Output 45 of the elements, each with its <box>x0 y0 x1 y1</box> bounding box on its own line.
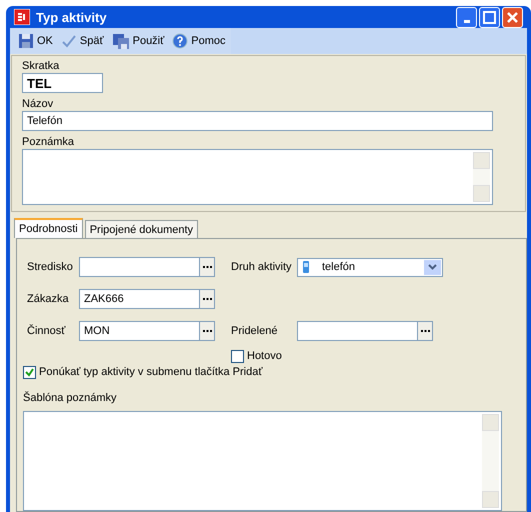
browse-button[interactable] <box>200 257 215 277</box>
floppy-disks-icon <box>112 33 130 49</box>
browse-button[interactable] <box>200 321 215 341</box>
field-label: Zákazka <box>27 292 69 306</box>
field-label: Skratka <box>22 59 60 73</box>
checkbox-label: Ponúkať typ aktivity v submenu tlačítka Pridať <box>39 365 262 379</box>
maximize-icon <box>483 10 496 24</box>
toolbar-button[interactable]: Pomoc <box>170 33 228 49</box>
minimize-button[interactable] <box>456 6 477 28</box>
toolbar-button[interactable]: Späť <box>58 33 106 49</box>
field-label: Názov <box>22 97 54 111</box>
close-button[interactable] <box>502 6 523 28</box>
field-label: Šablóna poznámky <box>23 391 117 405</box>
input-field[interactable]: MON <box>79 321 200 341</box>
field-label: Činnosť <box>27 324 66 338</box>
dropdown[interactable]: telefón <box>297 258 443 276</box>
field-label: Pridelené <box>231 324 278 338</box>
toolbar-button[interactable]: Použiť <box>110 33 166 49</box>
app-icon <box>14 9 30 25</box>
browse-button[interactable] <box>418 321 433 341</box>
checkmark-icon <box>60 33 77 49</box>
text-area[interactable] <box>23 411 502 511</box>
field-label: Poznámka <box>22 135 74 149</box>
toolbar-button[interactable]: OK <box>16 33 55 49</box>
tab[interactable]: Pripojené dokumenty <box>84 220 198 238</box>
window-title: Typ aktivity <box>36 10 108 24</box>
maximize-button[interactable] <box>479 6 500 28</box>
phone-icon <box>302 260 310 274</box>
minimize-icon <box>464 20 470 22</box>
input-field[interactable] <box>79 257 200 277</box>
tab[interactable]: Podrobnosti <box>14 218 83 238</box>
checkbox-label: Hotovo <box>247 349 282 363</box>
field-label: Druh aktivity <box>231 260 292 274</box>
input-field[interactable]: ZAK666 <box>79 289 200 309</box>
input-field[interactable]: TEL <box>22 73 103 93</box>
checkbox[interactable] <box>231 350 244 362</box>
close-icon <box>506 10 519 24</box>
text-area[interactable] <box>22 149 493 205</box>
browse-button[interactable] <box>200 289 215 309</box>
checkbox[interactable] <box>23 366 36 378</box>
help-icon <box>172 33 188 49</box>
input-field[interactable] <box>297 321 418 341</box>
chevron-down-icon <box>428 264 437 270</box>
input-field[interactable]: Telefón <box>22 111 493 131</box>
field-label: Stredisko <box>27 260 73 274</box>
